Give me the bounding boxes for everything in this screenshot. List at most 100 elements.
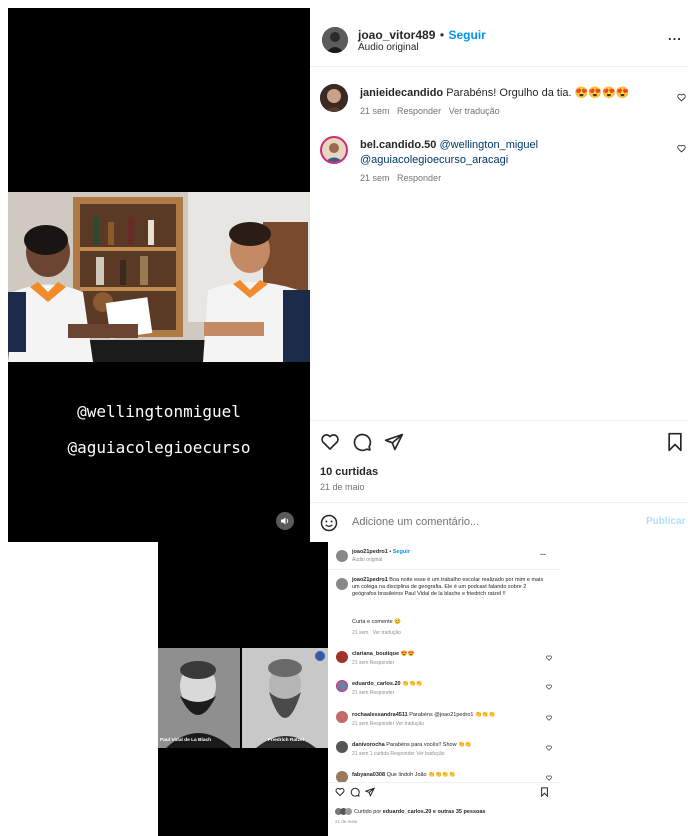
comment-meta[interactable]: 21 sem Responder Ver tradução	[352, 721, 424, 727]
caption-cta: Curta e comente 😊	[352, 619, 402, 625]
avatar[interactable]	[336, 741, 348, 753]
comment-meta[interactable]: 21 sem 1 curtida Responder Ver tradução	[352, 751, 445, 757]
avatar[interactable]	[322, 27, 348, 53]
reply-button[interactable]: Responder	[397, 106, 441, 116]
mention-link[interactable]: @aguiacolegioecurso_aracagi	[360, 154, 508, 166]
translate-button[interactable]: Ver tradução	[449, 106, 500, 116]
comment-username[interactable]: rochaalessandra4511	[352, 712, 408, 718]
comment-text: danivorocha Parabéns para vocês!! Show 👏…	[352, 742, 472, 749]
portraits-illustration	[158, 648, 328, 748]
post-author-username[interactable]: joao_vitor489	[358, 28, 435, 42]
post-date: 21 de maio	[335, 819, 358, 824]
comment-meta[interactable]: 21 sem Responder	[352, 660, 394, 666]
mention-link[interactable]: @wellington_miguel	[439, 139, 538, 151]
comment-like-heart-icon[interactable]	[546, 775, 552, 781]
more-options-icon[interactable]: ...	[668, 28, 682, 43]
bookmark-icon[interactable]	[666, 432, 684, 452]
comment-meta: 21 sem Responder Ver tradução	[360, 106, 500, 116]
comment-like-heart-icon[interactable]	[546, 715, 552, 721]
comment-like-heart-icon[interactable]	[546, 745, 552, 751]
translate-button[interactable]: Ver tradução	[373, 630, 401, 636]
bookmark-icon[interactable]	[540, 787, 549, 797]
avatar[interactable]	[320, 84, 348, 112]
speaker-glyph	[281, 517, 289, 525]
heart-icon[interactable]	[320, 432, 340, 452]
comment-meta[interactable]: 21 sem Responder	[352, 690, 394, 696]
video-caption-line-1: @wellingtonmiguel	[77, 402, 241, 421]
comment-text: janieidecandido Parabéns! Orgulho da tia…	[360, 86, 660, 101]
avatar[interactable]	[336, 651, 348, 663]
audio-label[interactable]: Áudio original	[358, 42, 419, 53]
comment-time: 21 sem	[360, 173, 390, 183]
separator-dot: •	[439, 28, 445, 42]
caption-meta: 21 sem Ver tradução	[352, 630, 401, 636]
like-count[interactable]: 10 curtidas	[320, 466, 378, 478]
avatar-photo	[320, 84, 348, 112]
comment-body: Que lindoh João 👏👏👏👏	[386, 772, 456, 778]
follow-button[interactable]: Seguir	[393, 549, 410, 555]
comment-like-heart-icon[interactable]	[546, 655, 552, 661]
actions-divider	[328, 782, 560, 783]
comment-username[interactable]: janieidecandido	[360, 87, 443, 99]
post-author-username[interactable]: joao21pedro1	[352, 549, 388, 555]
comment-box-divider	[310, 502, 688, 503]
post-date: 21 de maio	[320, 482, 365, 492]
comment-like-heart-icon[interactable]	[677, 144, 686, 153]
liked-by-user[interactable]: eduardo_carlos.20	[383, 809, 432, 815]
comment-text: clariana_boutique 😍😍	[352, 651, 414, 658]
more-options-icon[interactable]: ...	[540, 550, 546, 557]
comment-text: fabyana0308 Que lindoh João 👏👏👏👏	[352, 772, 456, 779]
avatar-with-story-ring[interactable]	[320, 136, 348, 164]
avatar-silhouette	[322, 27, 348, 53]
reply-button[interactable]: Responder	[397, 173, 441, 183]
comment-username[interactable]: clariana_boutique	[352, 651, 399, 657]
comment-body: Parabéns para vocês!! Show 👏👏	[386, 742, 472, 748]
portrait-label-right: Friedrich Ratzel	[268, 738, 304, 743]
comment-icon[interactable]	[350, 787, 360, 797]
avatar[interactable]	[336, 550, 348, 562]
comment-username[interactable]: eduardo_carlos.20	[352, 681, 401, 687]
comment-emojis: 😍😍😍😍	[574, 87, 630, 99]
send-icon[interactable]	[384, 432, 404, 452]
comment-body: Parabéns @joao21pedro1 👏👏👏	[409, 712, 496, 718]
geographers-portraits	[158, 648, 328, 748]
heart-icon[interactable]	[335, 787, 345, 797]
video-scene-illustration	[8, 192, 310, 362]
speaker-icon[interactable]	[276, 512, 294, 530]
avatar-with-story-ring[interactable]	[336, 680, 348, 692]
comment-username[interactable]: bel.candido.50	[360, 139, 436, 151]
caption-username[interactable]: joao21pedro1	[352, 577, 388, 583]
comment-like-heart-icon[interactable]	[546, 684, 552, 690]
avatar-photo	[322, 138, 346, 162]
comment-like-heart-icon[interactable]	[677, 93, 686, 102]
comment-body: Parabéns! Orgulho da tia.	[446, 87, 572, 99]
header-divider	[310, 66, 688, 67]
smiley-icon[interactable]	[320, 514, 338, 532]
comment-username[interactable]: fabyana0308	[352, 772, 385, 778]
comment-text: bel.candido.50 @wellington_miguel @aguia…	[360, 138, 660, 168]
comment-meta: 21 sem Responder	[360, 173, 441, 183]
liked-by-avatars	[335, 808, 352, 816]
send-icon[interactable]	[365, 787, 375, 797]
actions-divider	[310, 420, 688, 421]
liked-by-summary[interactable]: Curtido por eduardo_carlos.20 e outras 3…	[354, 809, 485, 816]
comment-time: 21 sem	[360, 106, 390, 116]
add-comment-input[interactable]: Adicione um comentário...	[352, 516, 479, 528]
follow-button[interactable]: Seguir	[448, 28, 485, 42]
portrait-label-left: Paul Vidal de La Blach	[160, 738, 212, 743]
video-frame-two-students	[8, 192, 310, 362]
comment-username[interactable]: danivorocha	[352, 742, 385, 748]
avatar[interactable]	[336, 578, 348, 590]
comment-text: rochaalessandra4511 Parabéns @joao21pedr…	[352, 712, 496, 719]
comment-body: 😍😍	[400, 651, 415, 657]
comment-body: 👏👏👏	[402, 681, 423, 687]
avatar[interactable]	[336, 711, 348, 723]
audio-label[interactable]: Áudio original	[352, 557, 382, 563]
header-divider	[328, 569, 560, 570]
video-caption-line-2: @aguiacolegioecurso	[67, 438, 251, 457]
separator-dot: •	[389, 549, 392, 555]
liked-by-others[interactable]: e outras 35 pessoas	[433, 809, 486, 815]
post-caption: joao21pedro1 Boa noite esse é um trabalh…	[352, 577, 548, 598]
publish-button[interactable]: Publicar	[646, 516, 685, 527]
comment-icon[interactable]	[352, 432, 372, 452]
